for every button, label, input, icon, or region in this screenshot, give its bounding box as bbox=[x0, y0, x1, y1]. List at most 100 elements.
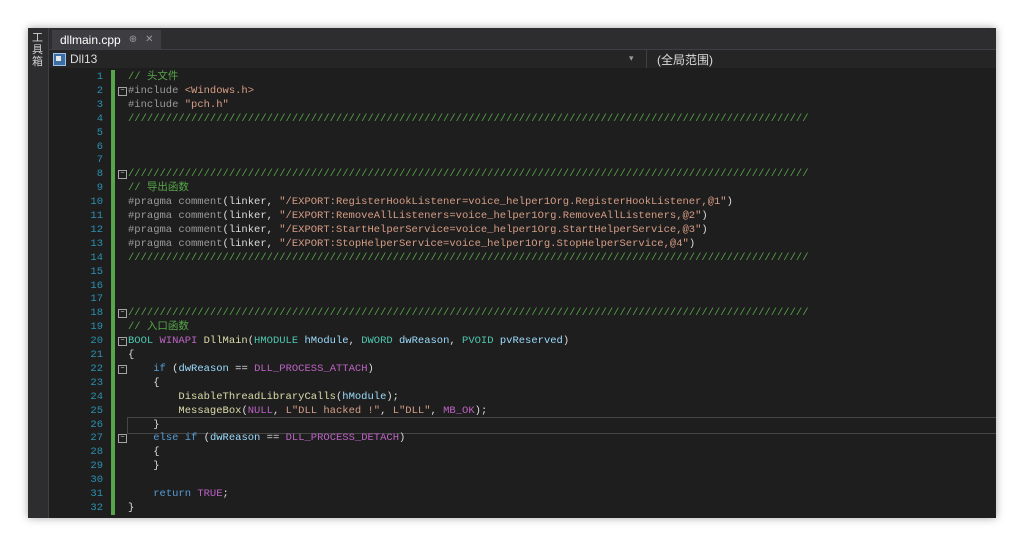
scope-name: (全局范围) bbox=[657, 52, 713, 67]
change-indicator bbox=[111, 389, 115, 404]
code-line[interactable]: 21 { bbox=[49, 348, 996, 362]
code-line[interactable]: 16 bbox=[49, 278, 996, 293]
code-token: } bbox=[128, 460, 160, 473]
code-line[interactable]: 11 #pragma comment(linker, "/EXPORT:Remov… bbox=[49, 209, 996, 223]
code-line[interactable]: 14 //////////////////////////////////////… bbox=[49, 250, 996, 265]
code-line[interactable]: 3 #include "pch.h" bbox=[49, 97, 996, 112]
line-number: 2 bbox=[96, 84, 103, 97]
code-token: "/EXPORT:RemoveAllListeners=voice_helper… bbox=[279, 210, 702, 222]
code-editor[interactable]: 1// 头文件 2− #include <Windows.h> 3 #include "… bbox=[49, 68, 996, 518]
code-token: (linker, bbox=[222, 196, 280, 209]
fold-toggle-icon[interactable]: − bbox=[118, 86, 127, 96]
line-number: 15 bbox=[90, 265, 103, 278]
change-indicator bbox=[111, 209, 115, 223]
change-indicator bbox=[111, 139, 115, 154]
code-line[interactable]: 18 −/////////////////////////////////////… bbox=[49, 306, 996, 321]
code-line[interactable]: 28 { bbox=[49, 445, 996, 460]
change-indicator bbox=[111, 236, 115, 251]
code-line[interactable]: 19 // 入口函数 bbox=[49, 320, 996, 335]
project-dropdown[interactable]: Dll13 bbox=[53, 50, 647, 68]
code-token: #pragma comment bbox=[128, 196, 223, 209]
toolbox-sidebar[interactable]: 工具箱 bbox=[28, 28, 49, 518]
project-icon bbox=[53, 52, 66, 66]
fold-toggle-icon[interactable]: − bbox=[118, 309, 127, 319]
code-token: MessageBox bbox=[178, 404, 242, 417]
code-line[interactable]: 26 } bbox=[49, 416, 996, 434]
change-indicator bbox=[111, 445, 115, 460]
close-icon[interactable]: ✕ bbox=[145, 34, 153, 45]
fold-toggle-icon[interactable]: − bbox=[118, 337, 127, 347]
code-line[interactable]: 29 } bbox=[49, 459, 996, 474]
code-line[interactable]: 2 − #include <Windows.h> bbox=[49, 83, 996, 98]
code-line[interactable]: 30 bbox=[49, 473, 996, 488]
code-token: #pragma comment bbox=[128, 237, 223, 250]
fold-toggle-icon[interactable]: − bbox=[118, 364, 127, 374]
toolbox-label[interactable]: 工具箱 bbox=[32, 32, 44, 68]
code-line[interactable]: 27 − else if (dwReason == DLL_PROCESS_DET… bbox=[49, 431, 996, 446]
code-token: hModule bbox=[304, 335, 349, 348]
code-token: DllMain bbox=[203, 335, 248, 348]
code-line[interactable]: 20 − BOOL WINAPI DllMain(HMODULE hModule, … bbox=[49, 334, 996, 349]
fold-toggle-icon[interactable]: − bbox=[118, 170, 127, 180]
code-line[interactable]: 4 ///////////////////////////////////////… bbox=[49, 111, 996, 126]
code-token: == bbox=[228, 362, 255, 375]
code-line[interactable]: 32} bbox=[49, 500, 996, 515]
code-token: { bbox=[128, 376, 160, 389]
change-indicator bbox=[111, 97, 115, 112]
code-token: (linker, bbox=[222, 237, 280, 250]
change-indicator bbox=[111, 83, 115, 98]
code-line[interactable]: 7 bbox=[49, 153, 996, 168]
code-token: } bbox=[128, 501, 135, 514]
code-token: } bbox=[128, 418, 160, 431]
code-token: MB_OK bbox=[443, 404, 475, 417]
code-line[interactable]: 1 // 头文件 bbox=[49, 70, 996, 84]
code-token: "pch.h" bbox=[184, 98, 229, 111]
code-text: { bbox=[128, 348, 134, 362]
code-text: ////////////////////////////////////////… bbox=[128, 306, 809, 320]
code-text: MessageBox(NULL, L"DLL hacked !", L"DLL"… bbox=[128, 404, 487, 418]
code-token: hModule bbox=[342, 390, 387, 403]
code-line[interactable]: 15 bbox=[49, 264, 996, 279]
fold-toggle-icon[interactable]: − bbox=[118, 434, 127, 444]
line-number: 17 bbox=[90, 293, 103, 306]
code-token: if bbox=[153, 362, 173, 375]
change-indicator bbox=[111, 320, 115, 335]
code-token: L"DLL" bbox=[392, 404, 431, 417]
chevron-down-icon[interactable]: ▾ bbox=[629, 53, 634, 64]
code-line[interactable]: 23 { bbox=[49, 375, 996, 390]
navigation-bar: Dll13 ▾ (全局范围) bbox=[49, 49, 996, 69]
code-token: TRUE bbox=[197, 488, 223, 500]
code-line[interactable]: 9 // 导出函数 bbox=[49, 181, 996, 196]
tab-dllmain[interactable]: dllmain.cpp ⊕ ✕ bbox=[52, 30, 162, 49]
code-token: , bbox=[430, 404, 444, 417]
change-indicator bbox=[111, 167, 115, 182]
code-text: } bbox=[128, 418, 160, 432]
code-token: ) bbox=[562, 335, 570, 348]
change-indicator bbox=[111, 431, 115, 446]
line-number: 10 bbox=[90, 196, 103, 209]
code-line[interactable]: 10 #pragma comment(linker, "/EXPORT:Regis… bbox=[49, 195, 996, 210]
code-line[interactable]: 5 bbox=[49, 125, 996, 140]
code-line[interactable]: 8 −//////////////////////////////////////… bbox=[49, 167, 996, 182]
scope-dropdown[interactable]: (全局范围) bbox=[657, 50, 713, 68]
change-indicator bbox=[111, 473, 115, 488]
line-number: 20 bbox=[90, 335, 103, 348]
code-line[interactable]: 24 DisableThreadLibraryCalls(hModule); bbox=[49, 389, 996, 404]
code-line[interactable]: 17 bbox=[49, 292, 996, 307]
code-text: else if (dwReason == DLL_PROCESS_DETACH) bbox=[128, 431, 405, 445]
code-token: // 头文件 bbox=[128, 71, 179, 83]
code-line[interactable]: 13 #pragma comment(linker, "/EXPORT:StopH… bbox=[49, 236, 996, 251]
code-token: ) bbox=[399, 432, 406, 445]
code-line[interactable]: 6 bbox=[49, 139, 996, 154]
code-line[interactable]: 12 #pragma comment(linker, "/EXPORT:Start… bbox=[49, 222, 996, 237]
code-line[interactable]: 31 return TRUE; bbox=[49, 487, 996, 501]
code-token: else if bbox=[153, 432, 204, 445]
change-indicator bbox=[111, 459, 115, 474]
code-line[interactable]: 25 MessageBox(NULL, L"DLL hacked !", L"D… bbox=[49, 403, 996, 418]
change-indicator bbox=[111, 222, 115, 237]
line-number: 23 bbox=[90, 376, 103, 389]
code-text: } bbox=[128, 459, 160, 473]
code-line[interactable]: 22 − if (dwReason == DLL_PROCESS_ATTACH) bbox=[49, 361, 996, 376]
pin-icon[interactable]: ⊕ bbox=[129, 34, 137, 45]
